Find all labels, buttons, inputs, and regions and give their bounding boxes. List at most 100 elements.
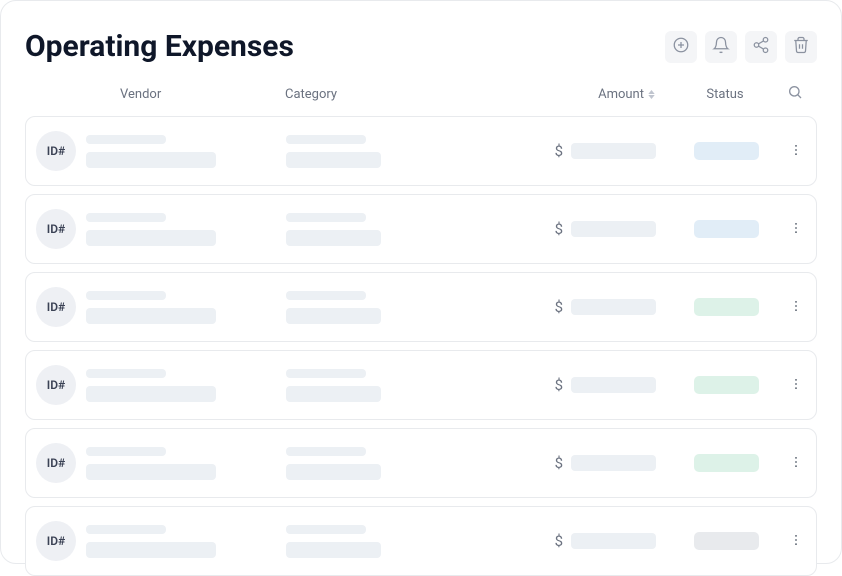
skeleton-line	[86, 464, 216, 480]
rows-container: ID# $ ID# $	[25, 116, 817, 576]
skeleton-line	[286, 369, 366, 378]
page-container: Operating Expenses	[0, 0, 842, 564]
share-icon	[752, 36, 770, 58]
amount-cell: $	[486, 142, 676, 160]
sort-icon	[648, 90, 655, 99]
category-cell	[286, 213, 486, 246]
skeleton-line	[86, 291, 166, 300]
notifications-button[interactable]	[705, 31, 737, 63]
currency-symbol: $	[555, 220, 563, 238]
id-badge: ID#	[36, 209, 76, 249]
status-badge	[694, 532, 759, 550]
currency-symbol: $	[555, 142, 563, 160]
skeleton-line	[286, 542, 381, 558]
currency-symbol: $	[555, 532, 563, 550]
category-cell	[286, 447, 486, 480]
skeleton-line	[571, 533, 656, 549]
plus-circle-icon	[672, 36, 690, 58]
status-cell	[676, 376, 776, 394]
category-cell	[286, 369, 486, 402]
delete-button[interactable]	[785, 31, 817, 63]
vendor-cell	[86, 525, 286, 558]
skeleton-line	[286, 213, 366, 222]
skeleton-line	[571, 455, 656, 471]
vendor-cell	[86, 135, 286, 168]
table-row[interactable]: ID# $	[25, 350, 817, 420]
vendor-cell	[86, 369, 286, 402]
id-badge: ID#	[36, 131, 76, 171]
dots-vertical-icon	[789, 454, 803, 473]
vendor-cell	[86, 213, 286, 246]
column-headers: Vendor Category Amount Status	[25, 84, 817, 116]
amount-cell: $	[486, 376, 676, 394]
add-button[interactable]	[665, 31, 697, 63]
col-header-vendor[interactable]: Vendor	[85, 87, 285, 102]
status-badge	[694, 298, 759, 316]
category-cell	[286, 135, 486, 168]
skeleton-line	[86, 213, 166, 222]
currency-symbol: $	[555, 298, 563, 316]
row-menu-button[interactable]	[776, 376, 816, 395]
amount-cell: $	[486, 532, 676, 550]
skeleton-line	[86, 308, 216, 324]
col-header-status[interactable]: Status	[675, 87, 775, 102]
status-cell	[676, 454, 776, 472]
table-row[interactable]: ID# $	[25, 428, 817, 498]
skeleton-line	[286, 308, 381, 324]
id-badge: ID#	[36, 287, 76, 327]
dots-vertical-icon	[789, 298, 803, 317]
skeleton-line	[86, 230, 216, 246]
table-row[interactable]: ID# $	[25, 506, 817, 576]
page-title: Operating Expenses	[25, 29, 294, 64]
status-cell	[676, 532, 776, 550]
status-cell	[676, 298, 776, 316]
trash-icon	[792, 36, 810, 58]
table-row[interactable]: ID# $	[25, 194, 817, 264]
row-menu-button[interactable]	[776, 220, 816, 239]
amount-cell: $	[486, 298, 676, 316]
vendor-cell	[86, 447, 286, 480]
row-menu-button[interactable]	[776, 454, 816, 473]
currency-symbol: $	[555, 454, 563, 472]
skeleton-line	[86, 525, 166, 534]
status-badge	[694, 142, 759, 160]
table-row[interactable]: ID# $	[25, 116, 817, 186]
currency-symbol: $	[555, 376, 563, 394]
skeleton-line	[571, 377, 656, 393]
row-menu-button[interactable]	[776, 298, 816, 317]
skeleton-line	[86, 369, 166, 378]
share-button[interactable]	[745, 31, 777, 63]
amount-cell: $	[486, 454, 676, 472]
status-badge	[694, 376, 759, 394]
skeleton-line	[86, 542, 216, 558]
skeleton-line	[571, 143, 656, 159]
id-badge: ID#	[36, 521, 76, 561]
header-actions	[665, 31, 817, 63]
search-button[interactable]	[775, 84, 815, 104]
amount-cell: $	[486, 220, 676, 238]
dots-vertical-icon	[789, 532, 803, 551]
status-cell	[676, 142, 776, 160]
status-badge	[694, 454, 759, 472]
skeleton-line	[286, 230, 381, 246]
col-header-category[interactable]: Category	[285, 87, 485, 102]
vendor-cell	[86, 291, 286, 324]
dots-vertical-icon	[789, 142, 803, 161]
status-badge	[694, 220, 759, 238]
row-menu-button[interactable]	[776, 532, 816, 551]
row-menu-button[interactable]	[776, 142, 816, 161]
bell-icon	[712, 36, 730, 58]
header: Operating Expenses	[25, 29, 817, 64]
skeleton-line	[286, 447, 366, 456]
skeleton-line	[286, 291, 366, 300]
skeleton-line	[286, 152, 381, 168]
table-row[interactable]: ID# $	[25, 272, 817, 342]
id-badge: ID#	[36, 443, 76, 483]
dots-vertical-icon	[789, 220, 803, 239]
skeleton-line	[286, 386, 381, 402]
category-cell	[286, 525, 486, 558]
col-header-amount[interactable]: Amount	[485, 87, 675, 102]
skeleton-line	[286, 525, 366, 534]
skeleton-line	[86, 135, 166, 144]
status-cell	[676, 220, 776, 238]
